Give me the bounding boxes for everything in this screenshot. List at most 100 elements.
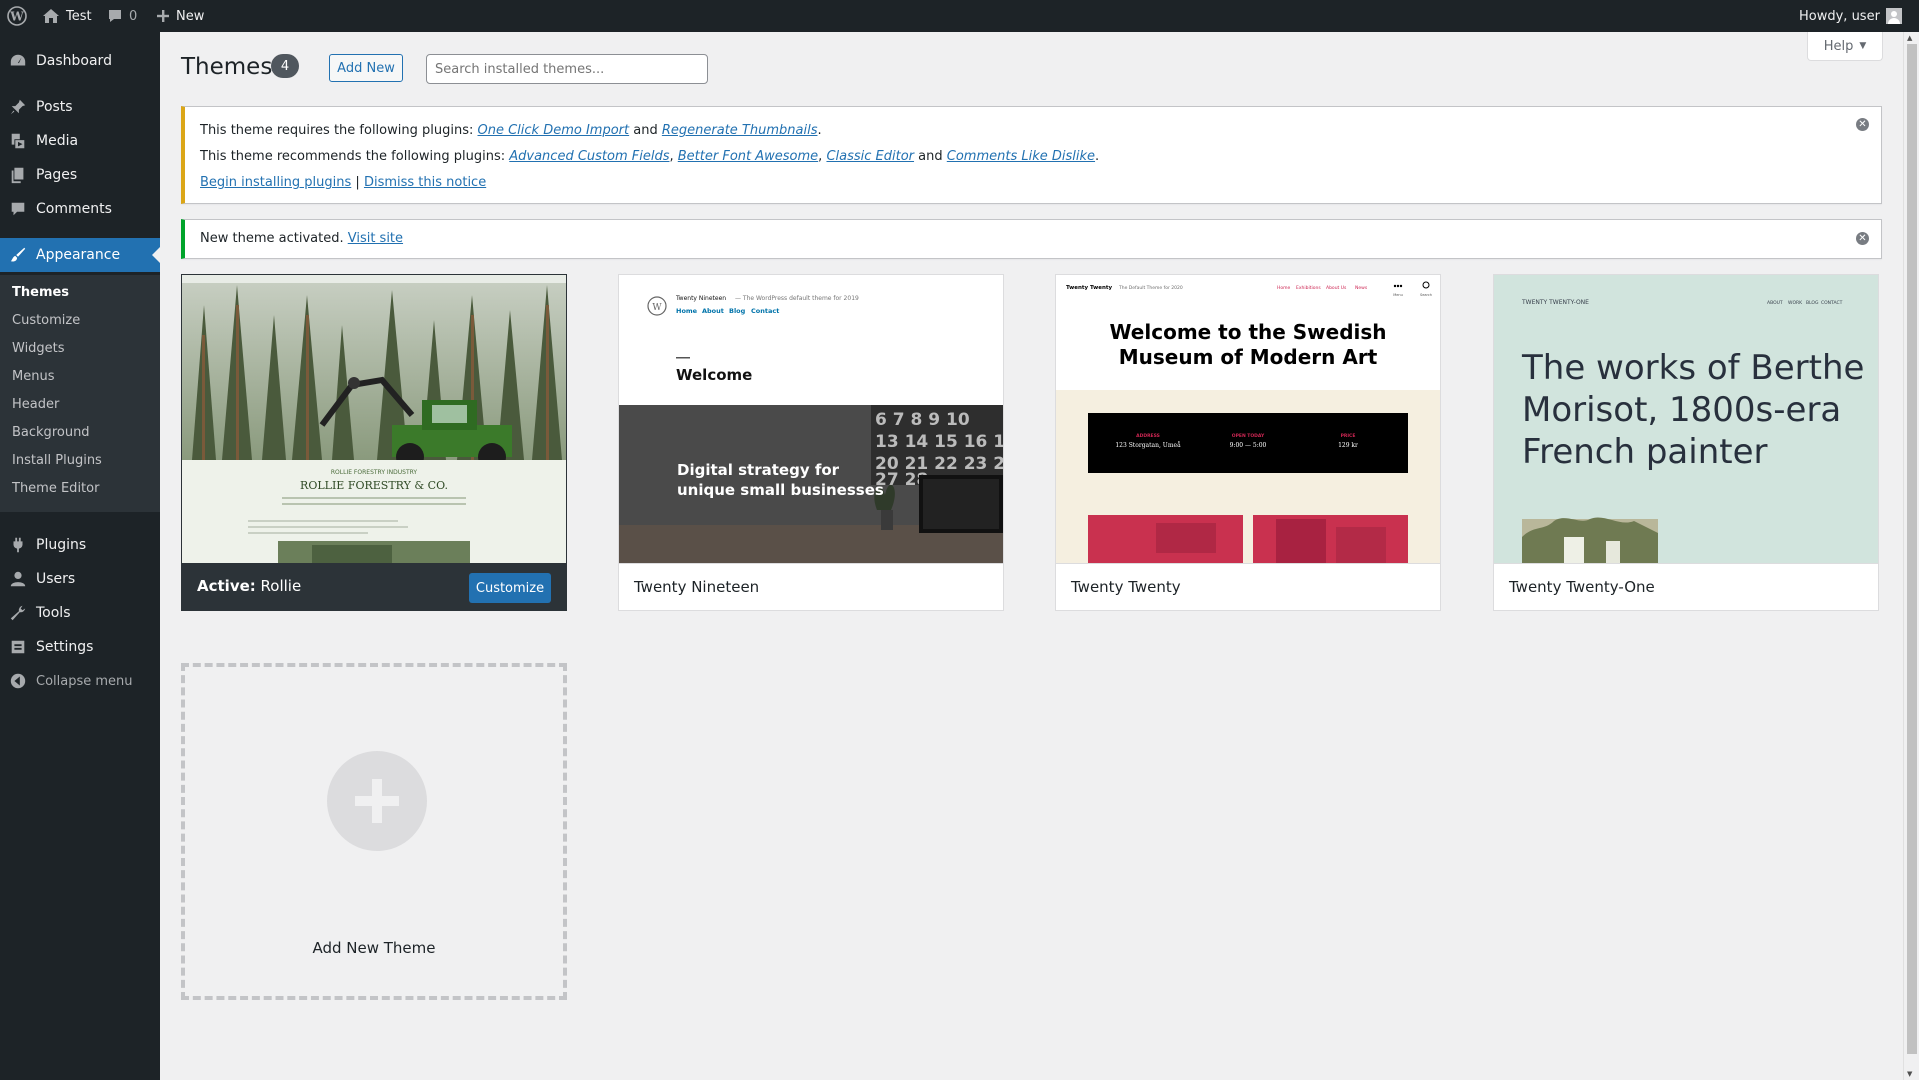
add-new-button[interactable]: Add New bbox=[329, 54, 403, 82]
settings-icon bbox=[11, 640, 25, 654]
sidebar-item-settings[interactable]: Settings bbox=[0, 630, 160, 664]
my-account-link[interactable]: Howdy, user bbox=[1799, 0, 1902, 32]
plus-icon bbox=[157, 10, 169, 22]
better-font-awesome-link[interactable]: Better Font Awesome bbox=[678, 149, 818, 164]
svg-text:OPEN TODAY: OPEN TODAY bbox=[1232, 433, 1265, 439]
theme-name: Active: Rollie bbox=[197, 577, 302, 595]
plug-icon bbox=[13, 537, 23, 553]
theme-name-bar: Twenty Twenty-One bbox=[1494, 563, 1878, 610]
classic-editor-link[interactable]: Classic Editor bbox=[826, 149, 914, 164]
howdy-text: Howdy, user bbox=[1799, 8, 1880, 24]
comment-bubble-icon bbox=[109, 10, 121, 22]
submenu-background[interactable]: Background bbox=[12, 425, 90, 440]
site-name-link[interactable]: Test bbox=[42, 0, 92, 32]
plugin-requirements-notice: This theme requires the following plugin… bbox=[181, 106, 1882, 204]
page-scrollbar[interactable]: ▲ ▼ bbox=[1903, 32, 1919, 1080]
svg-text:Home: Home bbox=[676, 307, 698, 315]
theme-screenshot[interactable]: TWENTY TWENTY-ONE ABOUT WORK BLOG CONTAC… bbox=[1494, 275, 1878, 563]
dismiss-icon[interactable]: ✕ bbox=[1856, 118, 1869, 131]
search-themes-input[interactable] bbox=[426, 54, 708, 84]
svg-text:About: About bbox=[702, 307, 724, 315]
collapse-menu-button[interactable]: Collapse menu bbox=[0, 664, 160, 698]
sidebar-item-label: Tools bbox=[36, 605, 71, 621]
theme-card-rollie[interactable]: ROLLIE FORESTRY INDUSTRY ROLLIE FORESTRY… bbox=[181, 274, 567, 611]
help-button[interactable]: Help ▼ bbox=[1807, 32, 1883, 61]
theme-name-bar: Twenty Nineteen bbox=[619, 563, 1003, 610]
svg-text:9:00 — 5:00: 9:00 — 5:00 bbox=[1230, 442, 1267, 449]
scroll-down-arrow-icon[interactable]: ▼ bbox=[1907, 1070, 1912, 1078]
svg-text:13 14 15 16 17: 13 14 15 16 17 bbox=[875, 432, 1003, 452]
theme-screenshot[interactable]: ROLLIE FORESTRY INDUSTRY ROLLIE FORESTRY… bbox=[182, 275, 566, 563]
new-content-link[interactable]: New bbox=[156, 0, 204, 32]
svg-text:123 Storgatan, Umeå: 123 Storgatan, Umeå bbox=[1115, 442, 1181, 449]
visit-site-link[interactable]: Visit site bbox=[348, 231, 403, 246]
submenu-theme-editor[interactable]: Theme Editor bbox=[12, 481, 99, 496]
plus-circle-icon bbox=[327, 751, 427, 851]
svg-text:BLOG: BLOG bbox=[1806, 300, 1819, 306]
one-click-demo-import-link[interactable]: One Click Demo Import bbox=[478, 123, 630, 138]
comments-like-dislike-link[interactable]: Comments Like Dislike bbox=[947, 149, 1095, 164]
svg-text:ADDRESS: ADDRESS bbox=[1136, 433, 1160, 439]
sidebar-item-media[interactable]: Media bbox=[0, 124, 160, 158]
shot-site-text: Twenty Nineteen bbox=[675, 295, 726, 302]
shot-welcome-text: Welcome bbox=[676, 366, 752, 384]
sidebar-item-dashboard[interactable]: Dashboard bbox=[0, 44, 160, 78]
shot-headline-2: Morisot, 1800s-era bbox=[1522, 390, 1841, 430]
submenu-install-plugins[interactable]: Install Plugins bbox=[12, 453, 102, 468]
comments-link[interactable]: 0 bbox=[107, 0, 137, 32]
admin-bar: W Test 0 New Howdy, user bbox=[0, 0, 1919, 32]
theme-screenshot[interactable]: Twenty Twenty The Default Theme for 2020… bbox=[1056, 275, 1440, 563]
regenerate-thumbnails-link[interactable]: Regenerate Thumbnails bbox=[662, 123, 818, 138]
svg-text:Twenty Twenty: Twenty Twenty bbox=[1066, 285, 1113, 291]
svg-text:PRICE: PRICE bbox=[1341, 433, 1356, 439]
sidebar-item-plugins[interactable]: Plugins bbox=[0, 528, 160, 562]
svg-text:WORK: WORK bbox=[1788, 300, 1803, 306]
submenu-widgets[interactable]: Widgets bbox=[12, 341, 65, 356]
brush-icon bbox=[10, 247, 26, 262]
svg-text:Blog: Blog bbox=[729, 307, 746, 315]
dashboard-icon bbox=[10, 54, 26, 66]
shot-tagline-text: — The WordPress default theme for 2019 bbox=[735, 295, 859, 302]
shot-headline-3: French painter bbox=[1522, 432, 1767, 472]
shot-hero-line2: unique small businesses bbox=[677, 481, 884, 499]
avatar bbox=[1885, 8, 1902, 24]
sidebar-item-posts[interactable]: Posts bbox=[0, 90, 160, 124]
sidebar-item-appearance[interactable]: Appearance bbox=[0, 238, 160, 272]
theme-card-twenty-twenty-one[interactable]: TWENTY TWENTY-ONE ABOUT WORK BLOG CONTAC… bbox=[1493, 274, 1879, 611]
submenu-menus[interactable]: Menus bbox=[12, 369, 54, 384]
sidebar-item-label: Users bbox=[36, 571, 76, 587]
submenu-header[interactable]: Header bbox=[12, 397, 59, 412]
wordpress-logo-icon[interactable]: W bbox=[7, 0, 29, 32]
user-icon bbox=[10, 571, 26, 587]
svg-text:W: W bbox=[9, 10, 24, 24]
begin-installing-plugins-link[interactable]: Begin installing plugins bbox=[200, 175, 351, 190]
theme-name: Twenty Nineteen bbox=[634, 578, 760, 596]
sidebar-item-label: Pages bbox=[36, 167, 78, 183]
svg-text:CONTACT: CONTACT bbox=[1821, 300, 1843, 306]
sidebar-item-label: Settings bbox=[36, 639, 94, 655]
submenu-themes[interactable]: Themes bbox=[12, 285, 69, 300]
dismiss-icon[interactable]: ✕ bbox=[1856, 232, 1869, 245]
advanced-custom-fields-link[interactable]: Advanced Custom Fields bbox=[509, 149, 669, 164]
sidebar-item-tools[interactable]: Tools bbox=[0, 596, 160, 630]
media-icon bbox=[11, 133, 25, 149]
theme-count-badge: 4 bbox=[271, 54, 299, 78]
customize-button[interactable]: Customize bbox=[469, 573, 551, 603]
pages-icon bbox=[11, 167, 24, 184]
scroll-up-arrow-icon[interactable]: ▲ bbox=[1907, 34, 1912, 42]
dismiss-notice-link[interactable]: Dismiss this notice bbox=[364, 175, 486, 190]
shot-headline-1: Welcome to the Swedish bbox=[1109, 320, 1386, 344]
theme-card-twenty-nineteen[interactable]: W Twenty Nineteen — The WordPress defaul… bbox=[618, 274, 1004, 611]
svg-text:Exhibitions: Exhibitions bbox=[1296, 285, 1321, 291]
submenu-customize[interactable]: Customize bbox=[12, 313, 80, 328]
shot-industry-text: ROLLIE FORESTRY INDUSTRY bbox=[331, 469, 418, 476]
theme-card-twenty-twenty[interactable]: Twenty Twenty The Default Theme for 2020… bbox=[1055, 274, 1441, 611]
sidebar-item-pages[interactable]: Pages bbox=[0, 158, 160, 192]
scrollbar-thumb[interactable] bbox=[1907, 44, 1917, 1054]
collapse-icon bbox=[10, 673, 26, 689]
sidebar-item-comments[interactable]: Comments bbox=[0, 192, 160, 226]
svg-text:Contact: Contact bbox=[751, 307, 779, 315]
sidebar-item-users[interactable]: Users bbox=[0, 562, 160, 596]
add-new-theme-card[interactable]: Add New Theme bbox=[181, 663, 567, 1000]
theme-screenshot[interactable]: W Twenty Nineteen — The WordPress defaul… bbox=[619, 275, 1003, 563]
